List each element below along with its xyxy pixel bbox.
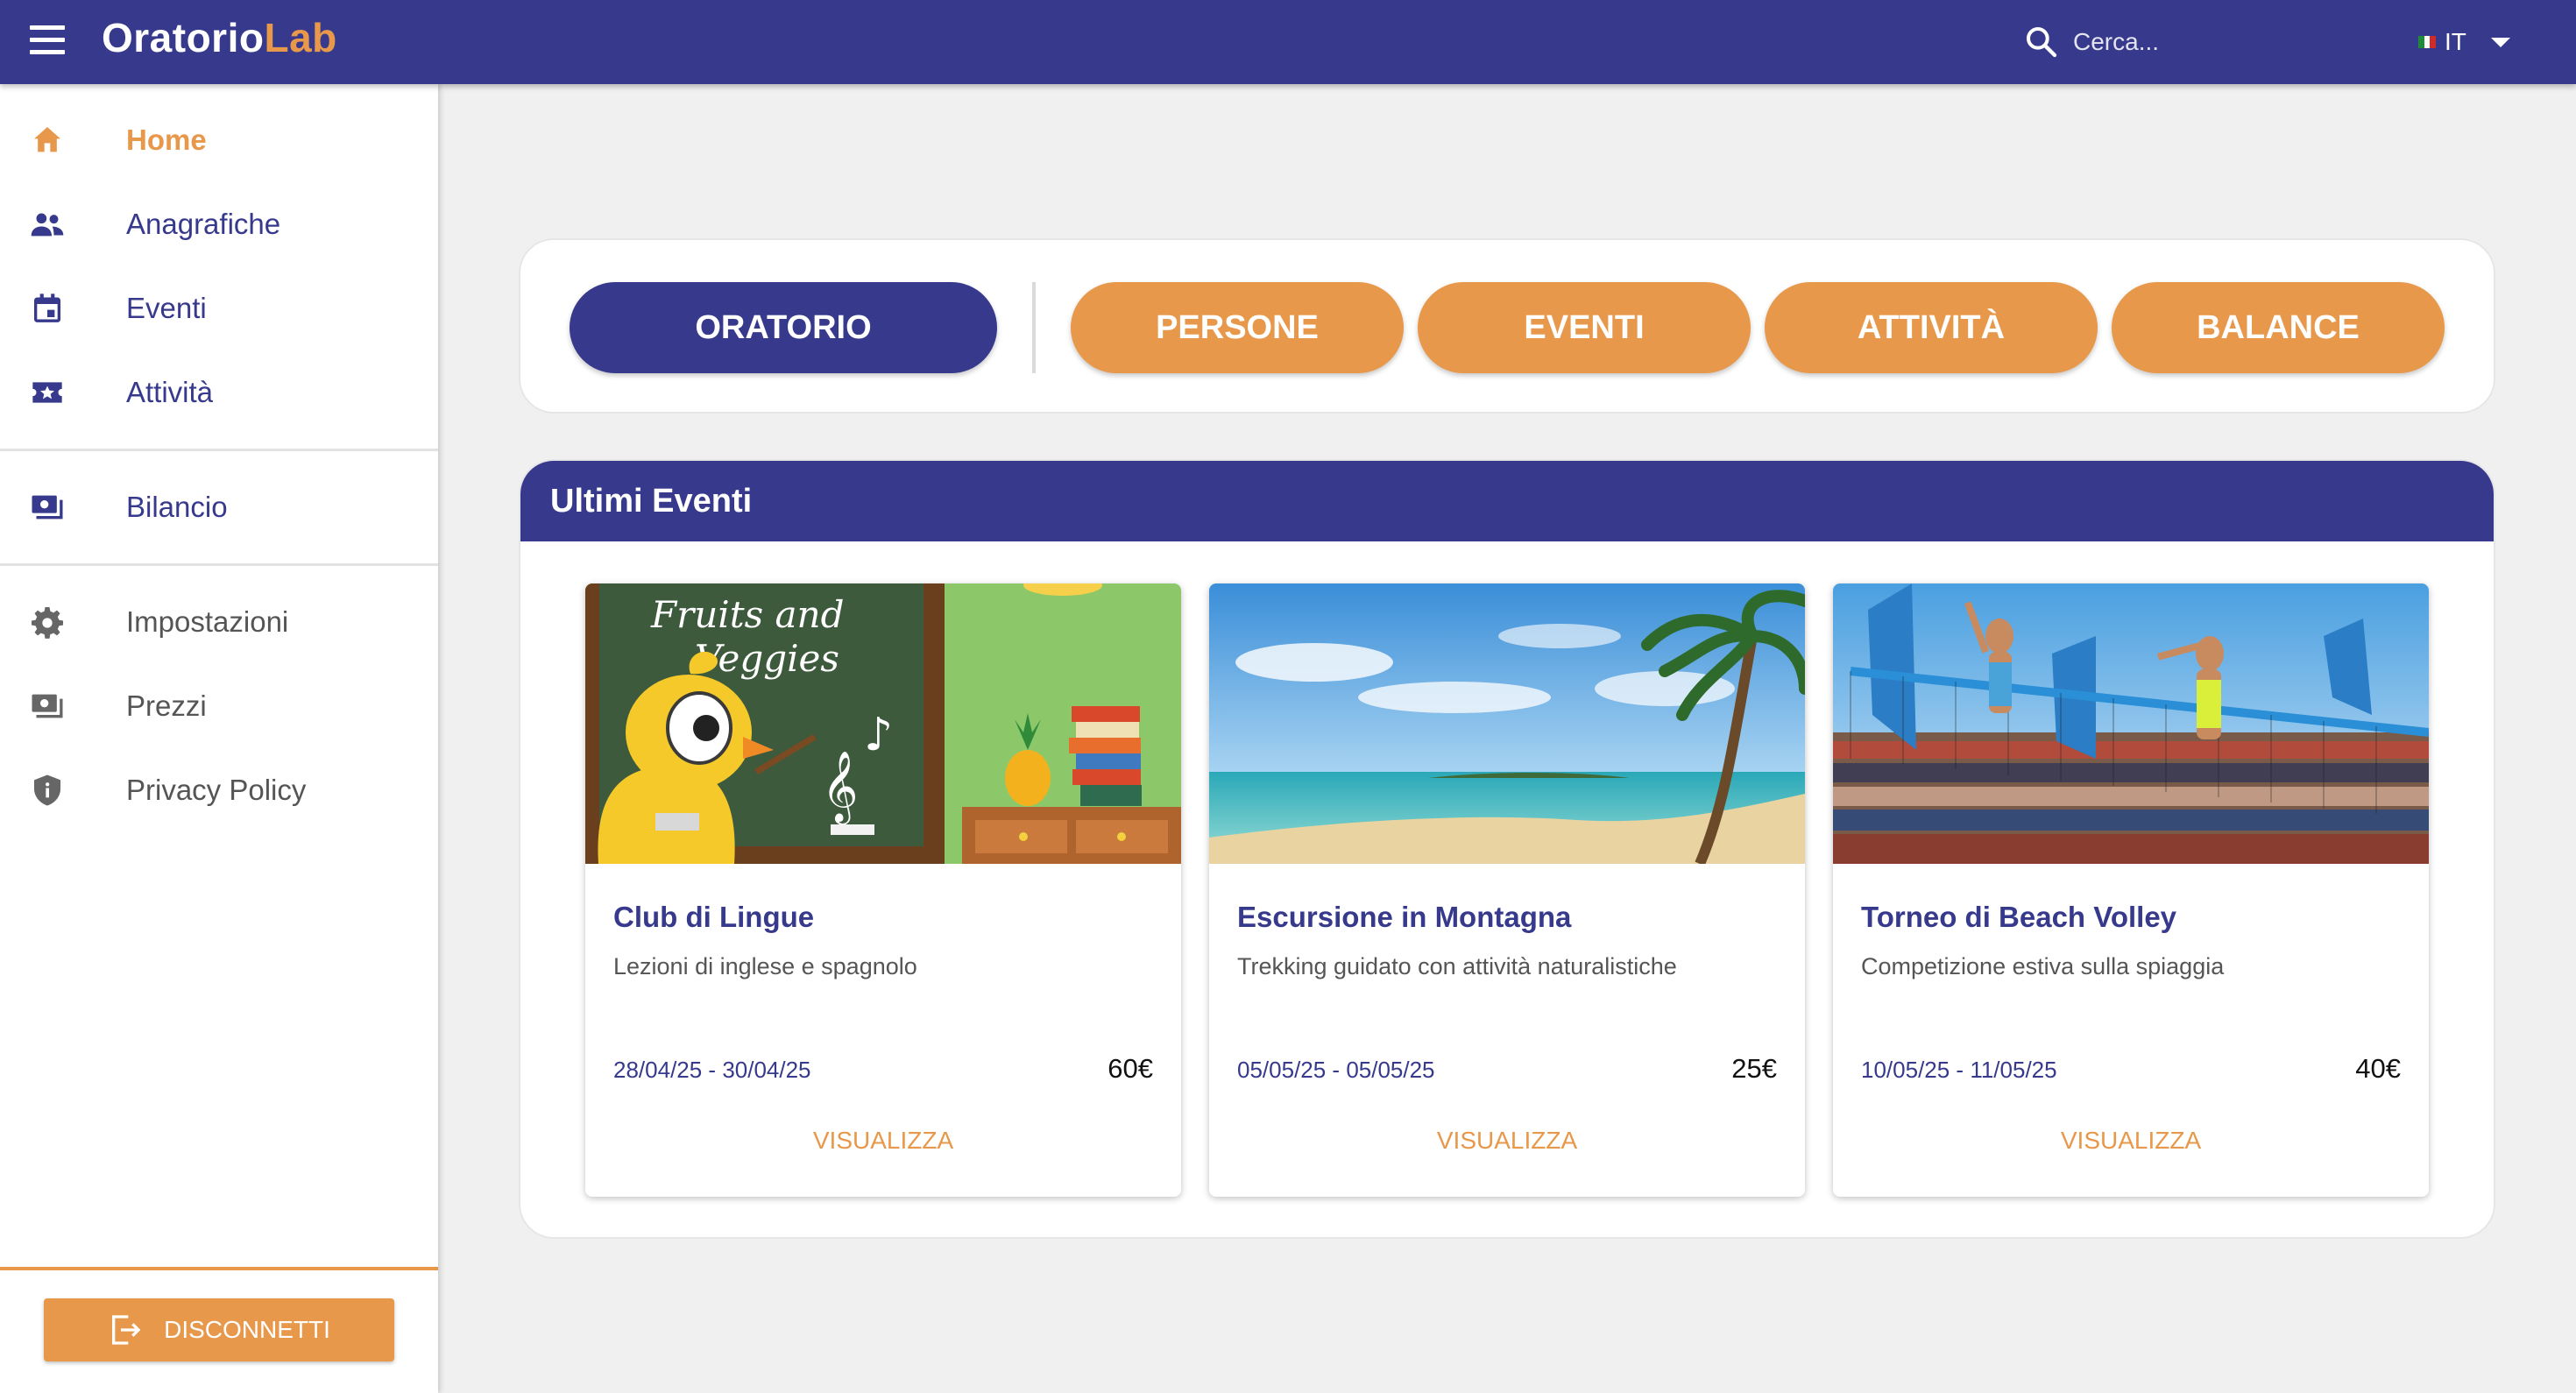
sidebar: Home Anagrafiche Eventi Attività Bilanci…	[0, 84, 438, 1393]
language-label: IT	[2445, 28, 2466, 55]
sidebar-item-label: Home	[126, 124, 207, 156]
event-title: Club di Lingue	[613, 901, 815, 933]
sidebar-item-prezzi[interactable]: Prezzi	[0, 664, 438, 748]
event-dates: 05/05/25 - 05/05/25	[1237, 1057, 1435, 1083]
event-description: Trekking guidato con attività naturalist…	[1237, 953, 1677, 979]
hamburger-menu-icon[interactable]	[30, 25, 70, 59]
event-price: 60€	[1108, 1053, 1153, 1084]
event-dates: 28/04/25 - 30/04/25	[613, 1057, 811, 1083]
latest-events-panel: Ultimi Eventi Fruits and Veggies 𝄞 ♪ Clu…	[519, 459, 2495, 1239]
image-text-line1: Fruits and	[650, 593, 844, 636]
event-price: 25€	[1731, 1053, 1777, 1084]
money-icon	[28, 490, 67, 525]
brand-name-part2: Lab	[264, 15, 337, 60]
home-icon	[28, 123, 67, 158]
event-description: Competizione estiva sulla spiaggia	[1861, 953, 2225, 979]
brand-name-part1: Oratorio	[102, 15, 265, 60]
sidebar-item-attivita[interactable]: Attività	[0, 350, 438, 435]
event-image-beach-volley	[1833, 583, 2429, 864]
event-card[interactable]: Torneo di Beach Volley Competizione esti…	[1833, 583, 2429, 1197]
sidebar-footer: DISCONNETTI	[0, 1267, 438, 1393]
tab-oratorio[interactable]: ORATORIO	[570, 282, 997, 373]
logout-icon	[112, 1315, 141, 1345]
sidebar-item-privacy-policy[interactable]: Privacy Policy	[0, 748, 438, 832]
sidebar-item-eventi[interactable]: Eventi	[0, 266, 438, 350]
sidebar-item-label: Attività	[126, 376, 214, 408]
sidebar-item-label: Anagrafiche	[126, 208, 281, 240]
sidebar-item-home[interactable]: Home	[0, 98, 438, 182]
event-image-language-club: Fruits and Veggies 𝄞 ♪	[585, 583, 1181, 864]
app-logo[interactable]: OratorioLab	[102, 14, 337, 61]
event-dates: 10/05/25 - 11/05/25	[1861, 1057, 2057, 1083]
sidebar-item-bilancio[interactable]: Bilancio	[0, 465, 438, 549]
tab-persone[interactable]: PERSONE	[1071, 282, 1404, 373]
svg-text:𝄞: 𝄞	[822, 750, 858, 824]
people-icon	[28, 207, 67, 242]
search-icon[interactable]	[2024, 25, 2059, 60]
sidebar-item-label: Privacy Policy	[126, 774, 307, 806]
chevron-down-icon[interactable]	[2490, 37, 2510, 47]
event-description: Lezioni di inglese e spagnolo	[613, 953, 917, 979]
tab-eventi[interactable]: EVENTI	[1418, 282, 1751, 373]
view-event-button[interactable]: VISUALIZZA	[585, 1127, 1181, 1155]
logout-label: DISCONNETTI	[164, 1316, 330, 1343]
search-input[interactable]	[2073, 28, 2336, 56]
event-image-beach	[1209, 583, 1805, 864]
ticket-star-icon	[28, 375, 67, 410]
event-card[interactable]: Escursione in Montagna Trekking guidato …	[1209, 583, 1805, 1197]
sidebar-item-impostazioni[interactable]: Impostazioni	[0, 580, 438, 664]
event-price: 40€	[2355, 1053, 2401, 1084]
shield-icon	[28, 773, 67, 808]
calendar-icon	[28, 291, 67, 326]
event-title: Escursione in Montagna	[1237, 901, 1572, 933]
tab-divider	[1032, 282, 1036, 373]
view-event-button[interactable]: VISUALIZZA	[1833, 1127, 2429, 1155]
top-app-bar: OratorioLab IT	[0, 0, 2576, 84]
language-selector[interactable]: IT	[2418, 23, 2510, 61]
search-box[interactable]	[2024, 21, 2357, 63]
sidebar-item-label: Prezzi	[126, 689, 207, 722]
gear-icon	[28, 605, 67, 640]
money-icon	[28, 689, 67, 724]
sidebar-item-label: Eventi	[126, 292, 207, 324]
tab-attivita[interactable]: ATTIVITÀ	[1765, 282, 2098, 373]
view-event-button[interactable]: VISUALIZZA	[1209, 1127, 1805, 1155]
tab-balance[interactable]: BALANCE	[2112, 282, 2445, 373]
section-tabs: ORATORIO PERSONE EVENTI ATTIVITÀ BALANCE	[519, 238, 2495, 414]
svg-text:♪: ♪	[864, 709, 893, 761]
event-card[interactable]: Fruits and Veggies 𝄞 ♪ Club di Lingue Le…	[585, 583, 1181, 1197]
sidebar-item-label: Impostazioni	[126, 605, 289, 638]
sidebar-item-label: Bilancio	[126, 491, 228, 523]
panel-title: Ultimi Eventi	[520, 461, 2494, 541]
italy-flag-icon	[2418, 36, 2437, 48]
event-title: Torneo di Beach Volley	[1861, 901, 2177, 933]
sidebar-item-anagrafiche[interactable]: Anagrafiche	[0, 182, 438, 266]
logout-button[interactable]: DISCONNETTI	[44, 1298, 394, 1361]
